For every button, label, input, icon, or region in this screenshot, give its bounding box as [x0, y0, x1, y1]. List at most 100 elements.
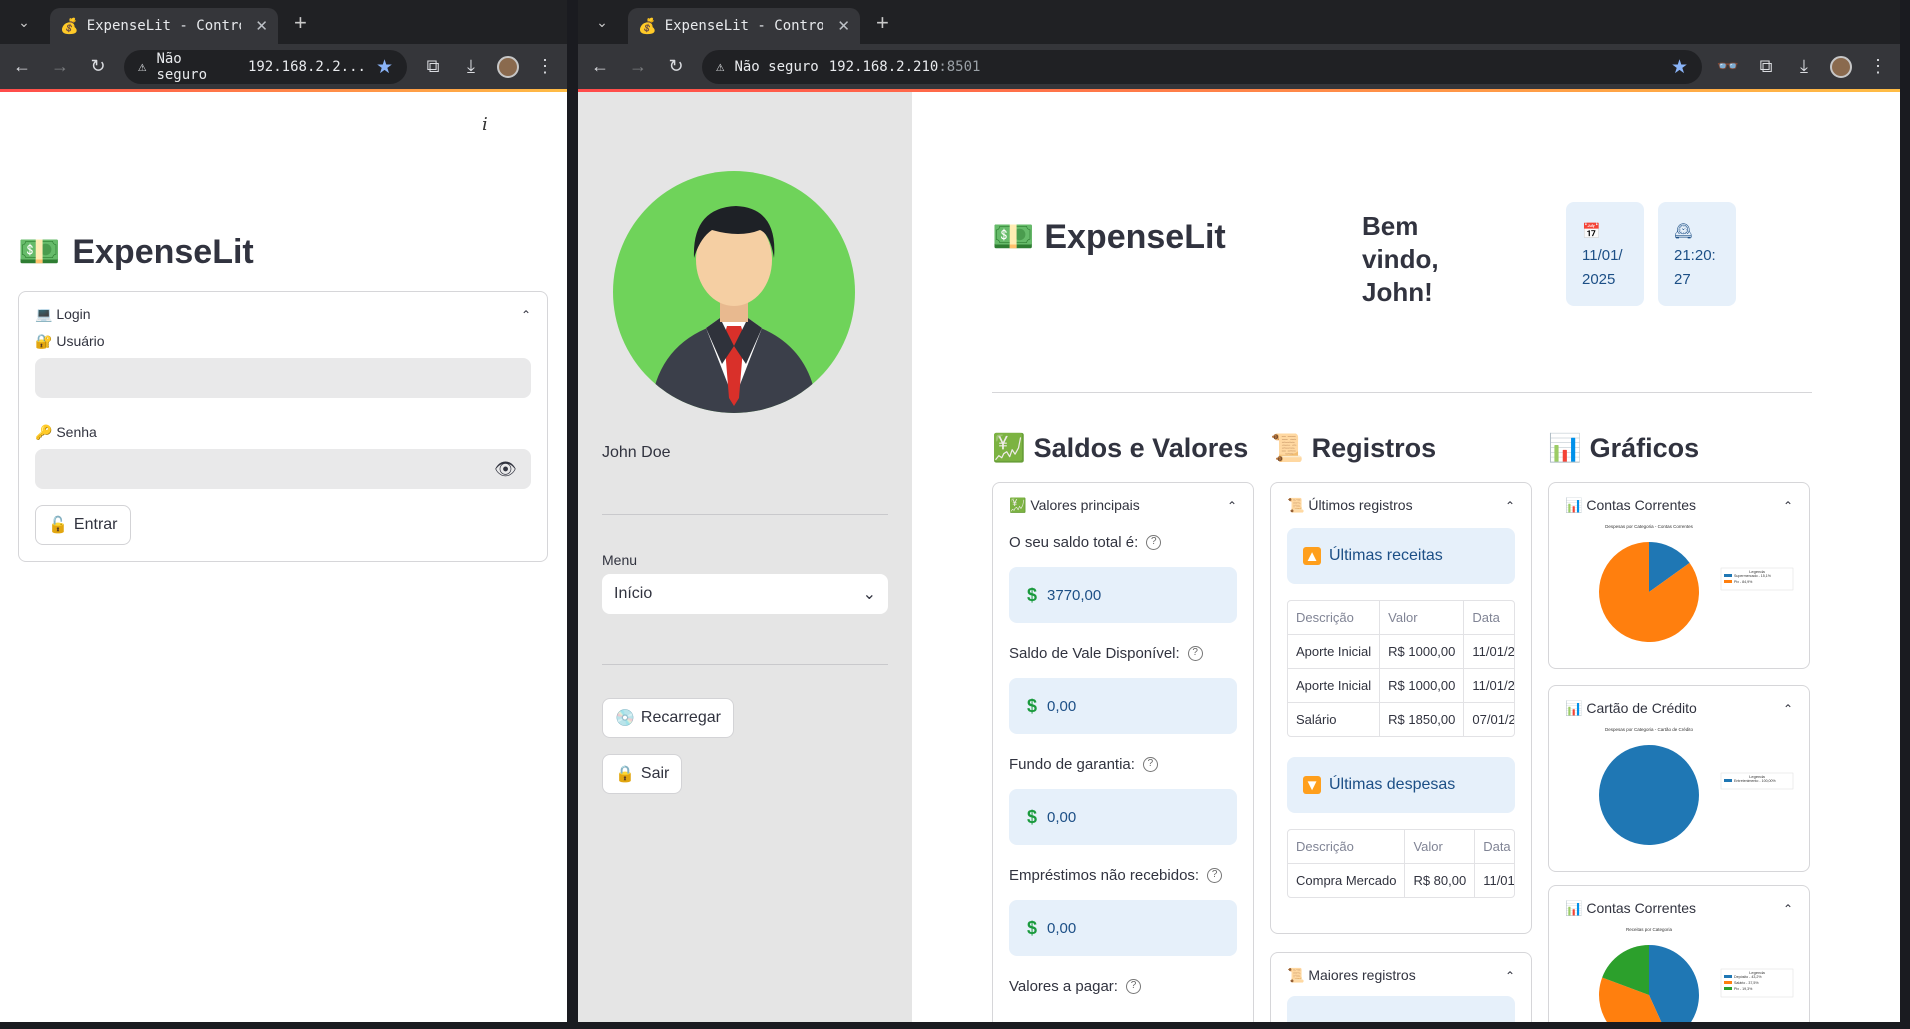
forward-icon[interactable]: →	[48, 56, 72, 77]
expenses-table[interactable]: Descrição Valor Data Compra Mercado R$ 8…	[1287, 829, 1515, 898]
date-card: 📅 11/01/ 2025	[1566, 202, 1644, 306]
bookmark-star-icon[interactable]: ★	[1671, 56, 1688, 78]
left-browser-window: ⌄ 💰 ExpenseLit - Controle ✕ + ← → ↻ ⚠ Nã…	[0, 0, 567, 1022]
login-header-text: Login	[56, 306, 91, 322]
header-divider	[992, 392, 1812, 393]
bar-chart-icon: 📊	[1565, 497, 1583, 513]
incognito-glasses-icon[interactable]: 👓	[1716, 56, 1740, 77]
help-icon[interactable]: ?	[1142, 757, 1158, 772]
latest-records-expander: 📜 Últimos registros ⌃ ▲ Últimas receitas …	[1270, 482, 1532, 934]
chart-subtitle: Receitas por Categoria	[1626, 927, 1673, 932]
help-icon[interactable]: ?	[1187, 646, 1203, 661]
chevron-up-icon[interactable]: ⌃	[1783, 702, 1793, 716]
money-bag-icon: 💰	[638, 17, 657, 35]
dollar-icon: $	[1027, 695, 1038, 716]
sidebar: John Doe Menu Início ⌄ 💿 Recarregar 🔒 Sair	[578, 92, 912, 1022]
profile-avatar[interactable]	[497, 55, 519, 78]
extensions-icon[interactable]: ⧉	[421, 56, 445, 77]
chevron-up-icon[interactable]: ⌃	[1505, 499, 1515, 513]
chevron-up-icon[interactable]: ⌃	[1783, 902, 1793, 916]
table-header[interactable]: Valor	[1379, 601, 1465, 635]
profile-avatar[interactable]	[1830, 55, 1852, 78]
table-row: Compra Mercado R$ 80,00 11/01,	[1288, 863, 1514, 897]
bookmark-star-icon[interactable]: ★	[376, 56, 393, 78]
money-icon: 💵	[992, 218, 1035, 256]
chevron-up-icon[interactable]: ⌃	[521, 308, 531, 322]
reload-icon[interactable]: ↻	[664, 56, 688, 77]
chevron-up-icon[interactable]: ⌃	[1227, 499, 1237, 513]
back-icon[interactable]: ←	[10, 56, 34, 77]
eye-icon[interactable]: 👁	[494, 459, 517, 480]
menu-select[interactable]: Início ⌄	[602, 574, 888, 614]
table-cell: 11/01,	[1474, 863, 1514, 897]
table-cell: 07/01/2	[1463, 702, 1514, 736]
tab-search-button[interactable]: ⌄	[8, 6, 40, 38]
total-balance-label-text: O seu saldo total é:	[1009, 534, 1139, 551]
new-tab-button[interactable]: +	[876, 10, 889, 36]
table-header[interactable]: Data	[1474, 830, 1514, 864]
latest-records-header[interactable]: 📜 Últimos registros ⌃	[1271, 483, 1531, 514]
address-url: 192.168.2.2...	[247, 58, 366, 75]
login-button[interactable]: 🔓 Entrar	[35, 505, 131, 545]
time-line-2: 27	[1674, 271, 1691, 288]
table-header[interactable]: Descrição	[1288, 830, 1406, 864]
more-menu-icon[interactable]: ⋮	[533, 56, 557, 77]
bar-chart-icon: 📊	[1565, 700, 1583, 716]
login-expander-header[interactable]: 💻 Login ⌃	[19, 292, 547, 323]
help-icon[interactable]: ?	[1146, 535, 1162, 550]
logout-button[interactable]: 🔒 Sair	[602, 754, 683, 794]
date-line-1: 11/01/	[1582, 247, 1623, 264]
tab-strip: ⌄ 💰 ExpenseLit - Controle ✕ +	[578, 0, 1900, 44]
browser-tab[interactable]: 💰 ExpenseLit - Controle ✕	[50, 8, 278, 44]
extensions-icon[interactable]: ⧉	[1754, 56, 1778, 77]
username-input[interactable]	[35, 358, 531, 398]
reload-button[interactable]: 💿 Recarregar	[602, 698, 734, 738]
latest-income-banner: ▲ Últimas receitas	[1287, 528, 1515, 584]
bar-chart-icon: 📊	[1548, 433, 1582, 463]
table-cell: Aporte Inicial	[1288, 668, 1381, 703]
total-balance-value: $3770,00	[1009, 567, 1237, 623]
close-tab-icon[interactable]: ✕	[255, 17, 268, 35]
guarantee-fund-amount: 0,00	[1047, 808, 1077, 826]
welcome-message: Bem vindo, John!	[1362, 211, 1439, 307]
largest-records-header[interactable]: 📜 Maiores registros ⌃	[1271, 953, 1531, 984]
back-icon[interactable]: ←	[588, 56, 612, 77]
table-cell: R$ 1000,00	[1379, 668, 1465, 703]
time-card: 🕰 21:20: 27	[1658, 202, 1736, 306]
table-header[interactable]: Data	[1463, 601, 1514, 635]
download-icon[interactable]: ⤓	[459, 56, 483, 77]
username-label-text: Usuário	[56, 333, 105, 349]
checking-chart-header[interactable]: 📊 Contas Correntes ⌃	[1549, 483, 1809, 514]
unlock-icon: 🔓	[48, 517, 68, 534]
close-tab-icon[interactable]: ✕	[837, 17, 850, 35]
help-icon[interactable]: ?	[1207, 868, 1223, 883]
sidebar-divider	[602, 664, 888, 665]
checking-income-chart-header[interactable]: 📊 Contas Correntes ⌃	[1549, 886, 1809, 917]
address-bar[interactable]: ⚠ Não seguro 192.168.2.210:8501 ★	[702, 49, 1702, 84]
chevron-up-icon[interactable]: ⌃	[1783, 499, 1793, 513]
download-icon[interactable]: ⤓	[1792, 56, 1816, 77]
new-tab-button[interactable]: +	[294, 10, 307, 36]
forward-icon[interactable]: →	[626, 56, 650, 77]
chart-subtitle: Despesas por Categoria - Contas Corrente…	[1605, 524, 1694, 529]
largest-records-expander: 📜 Maiores registros ⌃	[1270, 952, 1532, 1022]
password-input[interactable]: 👁	[35, 449, 531, 489]
loans-amount: 0,00	[1047, 919, 1077, 937]
tab-search-button[interactable]: ⌄	[586, 6, 618, 38]
income-table[interactable]: Descrição Valor Data Aporte Inicial R$ 1…	[1287, 600, 1515, 737]
help-icon[interactable]: ?	[1125, 979, 1141, 994]
browser-tab[interactable]: 💰 ExpenseLit - Controle ✕	[628, 8, 860, 44]
credit-chart-header[interactable]: 📊 Cartão de Crédito ⌃	[1549, 686, 1809, 717]
address-bar[interactable]: ⚠ Não seguro 192.168.2.2... ★	[124, 49, 407, 84]
legend-swatch	[1724, 779, 1732, 782]
table-header[interactable]: Descrição	[1288, 601, 1381, 635]
date-line-2: 2025	[1582, 271, 1616, 288]
balances-expander-header[interactable]: 💹 Valores principais ⌃	[993, 483, 1253, 514]
reload-icon[interactable]: ↻	[86, 56, 110, 77]
reload-button-label: Recarregar	[640, 709, 721, 726]
balances-heading-text: Saldos e Valores	[1033, 432, 1249, 463]
more-menu-icon[interactable]: ⋮	[1866, 56, 1890, 77]
legend-label: Entretenimento - 100,00%	[1734, 779, 1777, 783]
table-header[interactable]: Valor	[1404, 830, 1476, 864]
chevron-up-icon[interactable]: ⌃	[1505, 969, 1515, 983]
